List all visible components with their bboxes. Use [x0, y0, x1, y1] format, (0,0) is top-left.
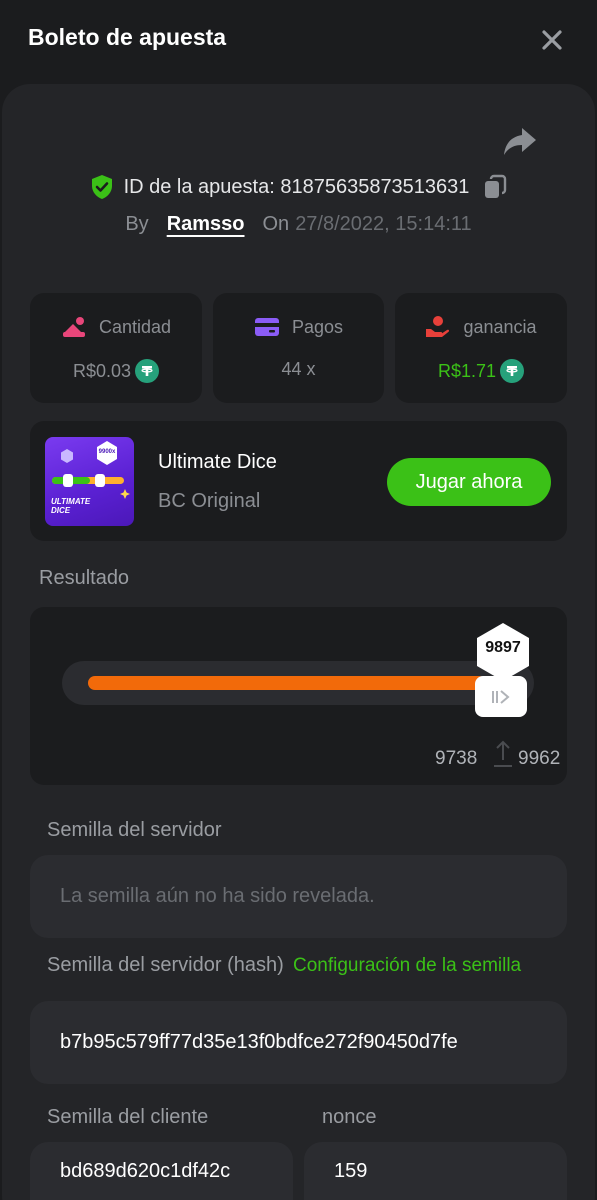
- bet-id-row: ID de la apuesta: 81875635873513631: [0, 170, 597, 204]
- nonce-label: nonce: [322, 1106, 377, 1128]
- nonce-field[interactable]: 159: [304, 1142, 567, 1200]
- thumbnail-title: ULTIMATE DICE: [51, 497, 91, 515]
- payout-label: Pagos: [291, 316, 344, 337]
- server-hash-field[interactable]: b7b95c579ff77d35e13f0bdfce272f90450d7fe: [30, 1001, 567, 1084]
- game-name: Ultimate Dice: [158, 451, 277, 473]
- result-track: [62, 661, 534, 705]
- range-high: 9962: [518, 748, 561, 769]
- bet-byline: By Ramsso On 27/8/2022, 15:14:11: [0, 208, 597, 240]
- game-provider: BC Original: [158, 490, 261, 512]
- by-label: By: [125, 212, 149, 235]
- card-icon: [254, 318, 279, 336]
- range-arrow-icon: [494, 740, 512, 767]
- amount-card: Cantidad R$0.03: [30, 293, 202, 403]
- bet-date: 27/8/2022, 15:14:11: [295, 212, 472, 235]
- header: Boleto de apuesta: [0, 0, 597, 80]
- play-now-button[interactable]: Jugar ahora: [387, 458, 551, 506]
- payout-value: 44 x: [281, 359, 316, 379]
- tether-coin-icon: [500, 359, 525, 383]
- share-icon[interactable]: [502, 124, 538, 158]
- seed-config-link[interactable]: Configuración de la semilla: [293, 955, 543, 976]
- profit-hand-icon: [426, 316, 450, 337]
- result-card: 9897 9738 9962: [30, 607, 567, 785]
- game-card: 9900x ULTIMATE DICE Ultimate Dice BC Ori…: [30, 421, 567, 541]
- server-seed-label: Semilla del servidor: [47, 819, 222, 841]
- client-seed-label: Semilla del cliente: [47, 1106, 209, 1128]
- result-value: 9897: [485, 639, 521, 656]
- server-hash-label: Semilla del servidor (hash): [47, 954, 284, 976]
- server-seed-field[interactable]: La semilla aún no ha sido revelada.: [30, 855, 567, 938]
- result-track-fill: [88, 676, 486, 690]
- tether-coin-icon: [135, 359, 160, 383]
- page-title: Boleto de apuesta: [28, 24, 227, 50]
- username-link[interactable]: Ramsso: [167, 213, 245, 236]
- handle-grip-icon: [492, 689, 510, 704]
- amount-label: Cantidad: [98, 316, 172, 337]
- amount-icon: [62, 317, 85, 337]
- bet-id: ID de la apuesta: 81875635873513631: [123, 175, 470, 198]
- profit-card: ganancia R$1.71: [395, 293, 567, 403]
- verified-shield-icon: [91, 175, 112, 199]
- result-label: Resultado: [39, 567, 130, 589]
- on-label: On: [262, 212, 290, 235]
- client-seed-field[interactable]: bd689d620c1df42c: [30, 1142, 293, 1200]
- close-icon[interactable]: [538, 26, 566, 54]
- payout-card: Pagos 44 x: [213, 293, 384, 403]
- amount-value: R$0.03: [72, 360, 132, 381]
- profit-value: R$1.71: [437, 360, 497, 381]
- thumbnail-badge: 9900x: [98, 449, 116, 455]
- copy-icon[interactable]: [483, 174, 507, 200]
- range-low: 9738: [435, 748, 478, 769]
- game-thumbnail[interactable]: 9900x ULTIMATE DICE: [45, 437, 134, 526]
- profit-label: ganancia: [463, 316, 537, 337]
